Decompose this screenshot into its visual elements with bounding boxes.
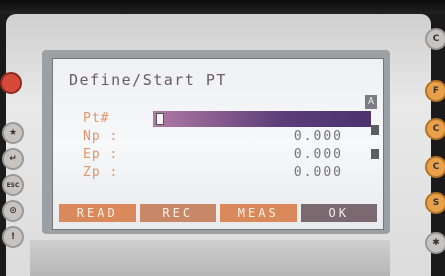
right-button-2-label: F (432, 86, 440, 96)
field-value-zp[interactable]: 0.000 (294, 165, 343, 180)
scroll-indicator (371, 125, 379, 175)
alert-icon: ! (10, 232, 16, 242)
right-button-1-label: C (432, 34, 440, 44)
text-cursor (156, 113, 164, 125)
right-button-2[interactable]: F (425, 80, 445, 102)
esc-label: ESC (6, 181, 20, 189)
field-value-np[interactable]: 0.000 (294, 129, 343, 144)
softkey-ok[interactable]: OK (300, 204, 377, 222)
esc-button[interactable]: ESC (2, 174, 24, 196)
field-row-ep: Ep : 0.000 (83, 147, 363, 163)
screen-title: Define/Start PT (69, 71, 227, 89)
device-top-edge (0, 0, 445, 14)
right-button-3-label: C (432, 124, 440, 134)
right-button-6[interactable]: ✱ (425, 232, 445, 254)
target-icon: ⊙ (9, 206, 17, 216)
right-button-5-label: S (432, 198, 440, 208)
pt-input[interactable] (153, 111, 371, 127)
right-button-4[interactable]: C (425, 156, 445, 178)
right-button-1[interactable]: C (425, 28, 445, 50)
field-label-np: Np : (83, 129, 119, 144)
field-label-ep: Ep : (83, 147, 119, 162)
softkey-bar: READ REC MEAS OK (59, 204, 377, 222)
field-row-np: Np : 0.000 (83, 129, 363, 145)
softkey-read[interactable]: READ (59, 204, 136, 222)
lcd-screen: Define/Start PT A Pt# Np : 0.000 Ep : 0.… (52, 58, 384, 230)
mode-flag: A (365, 95, 377, 109)
right-button-3[interactable]: C (425, 118, 445, 140)
star-button[interactable]: ★ (2, 122, 24, 144)
enter-button[interactable]: ↵ (2, 148, 24, 170)
device-bottom-panel (30, 240, 390, 276)
right-button-6-label: ✱ (432, 238, 440, 248)
left-red-button[interactable] (0, 72, 22, 94)
scroll-mark (371, 149, 379, 159)
softkey-rec[interactable]: REC (139, 204, 216, 222)
right-button-4-label: C (432, 162, 440, 172)
field-label-pt: Pt# (83, 111, 110, 126)
softkey-meas[interactable]: MEAS (220, 204, 297, 222)
field-value-ep[interactable]: 0.000 (294, 147, 343, 162)
star-icon: ★ (8, 128, 18, 138)
field-label-zp: Zp : (83, 165, 119, 180)
field-row-zp: Zp : 0.000 (83, 165, 363, 181)
scroll-mark (371, 125, 379, 135)
enter-icon: ↵ (9, 154, 17, 164)
target-button[interactable]: ⊙ (2, 200, 24, 222)
right-button-5[interactable]: S (425, 192, 445, 214)
alert-button[interactable]: ! (2, 226, 24, 248)
